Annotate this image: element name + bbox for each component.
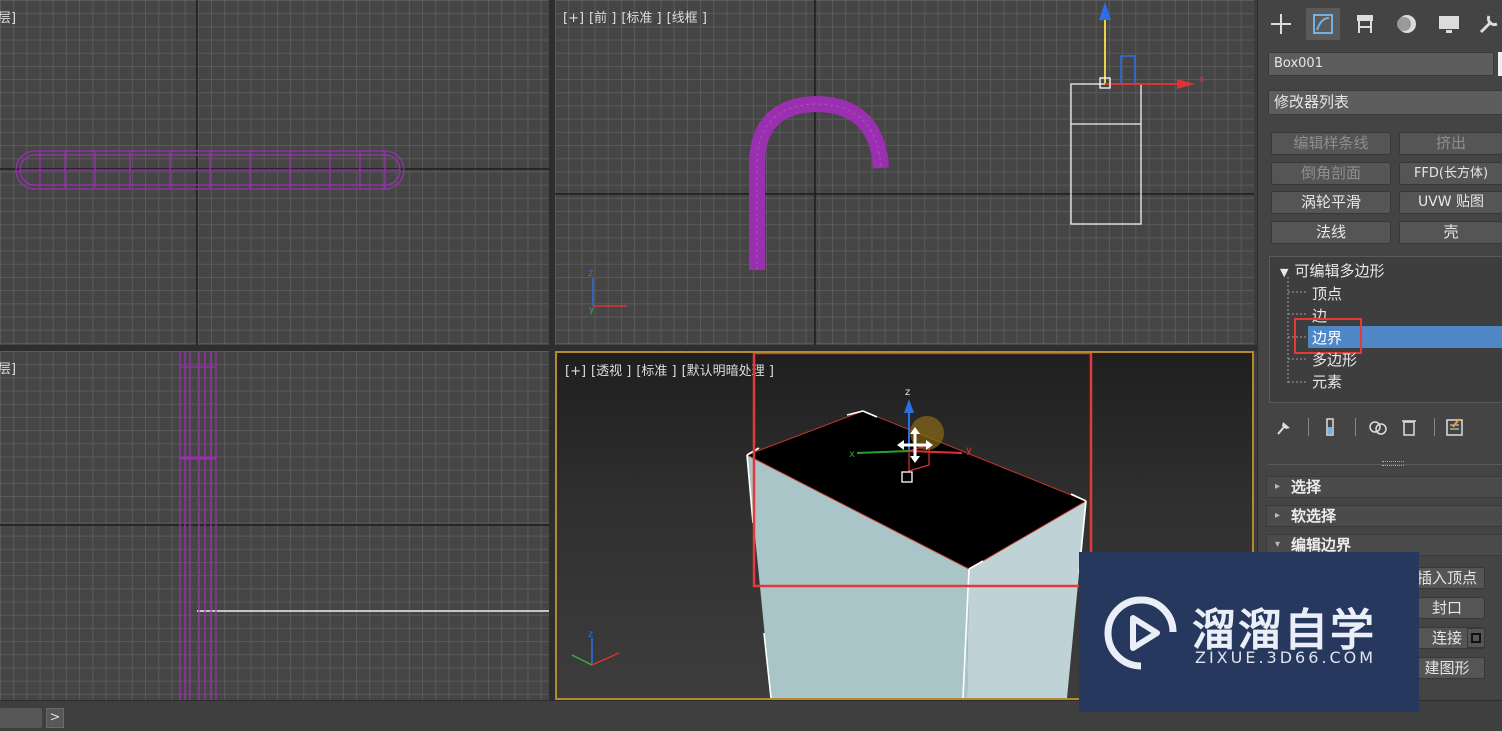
create-shape-button[interactable]: 建图形 [1409, 657, 1485, 679]
insert-vertex-button[interactable]: 插入顶点 [1409, 567, 1485, 589]
axis-x-letter: x [1199, 74, 1205, 85]
transform-gizmo-front: x [1099, 2, 1205, 89]
svg-text:y: y [589, 305, 595, 315]
modifier-list-dropdown[interactable]: 修改器列表 [1268, 90, 1502, 115]
modifier-button-turbosmooth[interactable]: 涡轮平滑 [1271, 191, 1391, 214]
viewport-top[interactable]: 层] [0, 0, 549, 345]
object-name-field[interactable]: Box001 [1268, 52, 1494, 76]
svg-text:y: y [966, 445, 972, 456]
pin-stack-icon[interactable] [1274, 416, 1294, 438]
svg-text:x: x [849, 449, 855, 460]
stack-item-vertex[interactable]: 顶点 [1312, 283, 1342, 304]
panel-resize-grip[interactable] [1382, 461, 1404, 466]
motion-icon[interactable] [1390, 8, 1424, 40]
rollout-soft-selection[interactable]: ▸ 软选择 [1266, 505, 1502, 527]
modifier-button-extrude[interactable]: 挤出 [1399, 132, 1502, 155]
time-slider-next-button[interactable]: > [46, 708, 64, 728]
modify-icon[interactable] [1306, 8, 1340, 40]
modifier-button-uvw-map[interactable]: UVW 贴图 [1399, 191, 1502, 214]
modifier-button-edit-spline[interactable]: 编辑样条线 [1271, 132, 1391, 155]
svg-text:z: z [905, 387, 910, 398]
watermark-logo-icon [1104, 596, 1177, 670]
viewport-left[interactable]: 层] [0, 351, 549, 700]
watermark-subtitle: ZIXUE.3D66.COM [1195, 648, 1377, 667]
spline-top-shape [15, 150, 405, 190]
tool-separators [1355, 418, 1356, 436]
box-outline [1070, 83, 1142, 225]
modifier-stack: ▼ 可编辑多边形 顶点 边 边界 多边形 元素 [1269, 256, 1502, 403]
tool-separators [1308, 418, 1309, 436]
viewport-front[interactable]: [+] [前 ] [标准 ] [线框 ] x z y [555, 0, 1254, 345]
object-color-swatch[interactable] [1498, 52, 1502, 76]
left-view-canvas [0, 351, 549, 700]
modifier-button-normal[interactable]: 法线 [1271, 221, 1391, 244]
time-slider-track[interactable] [0, 708, 42, 728]
rollout-selection[interactable]: ▸ 选择 [1266, 476, 1502, 498]
make-unique-icon[interactable] [1368, 416, 1388, 438]
front-view-canvas: x z y [555, 0, 1254, 345]
command-panel-tabs [1258, 0, 1502, 48]
create-icon[interactable] [1264, 8, 1298, 40]
stack-item-polygon[interactable]: 多边形 [1312, 349, 1357, 370]
display-icon[interactable] [1432, 8, 1466, 40]
modifier-button-shell[interactable]: 壳 [1399, 221, 1502, 244]
hierarchy-icon[interactable] [1348, 8, 1382, 40]
modifier-button-ffd-box[interactable]: FFD(长方体) [1399, 162, 1502, 185]
stack-item-element[interactable]: 元素 [1312, 371, 1342, 392]
axis-tripod-front: z y [588, 268, 627, 315]
svg-text:z: z [588, 629, 593, 640]
utilities-icon[interactable] [1472, 8, 1502, 40]
viewport-divider-horizontal[interactable] [0, 345, 1257, 351]
connect-settings-icon[interactable] [1467, 628, 1485, 648]
top-view-canvas [0, 0, 549, 345]
modifier-button-bevel-profile[interactable]: 倒角剖面 [1271, 162, 1391, 185]
spline-hook-shape [749, 95, 889, 270]
svg-text:z: z [588, 268, 593, 279]
cap-button[interactable]: 封口 [1409, 597, 1485, 619]
remove-modifier-icon[interactable] [1399, 416, 1419, 438]
configure-sets-icon[interactable] [1445, 416, 1465, 438]
watermark-overlay: 溜溜自学 ZIXUE.3D66.COM [1079, 552, 1419, 712]
tool-separators [1434, 418, 1435, 436]
axis-tripod-perspective: z [571, 629, 620, 666]
show-end-result-icon[interactable] [1320, 416, 1340, 438]
